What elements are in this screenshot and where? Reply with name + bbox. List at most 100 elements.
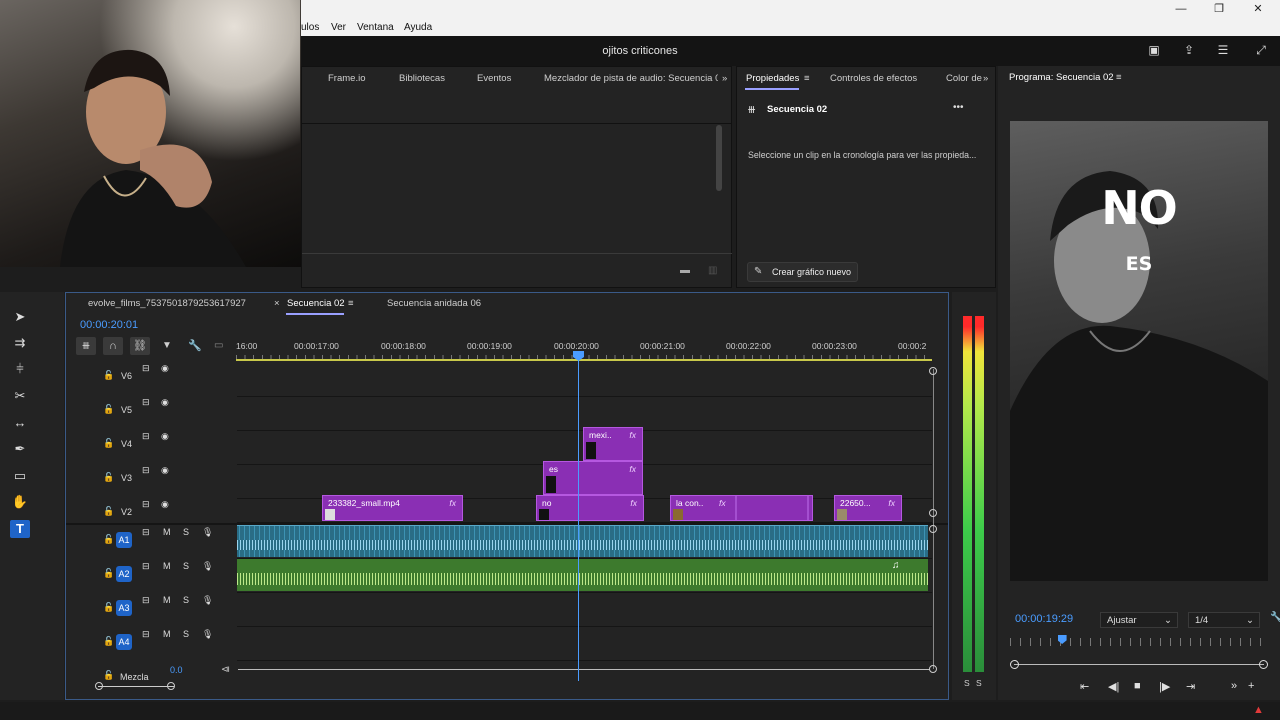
menu-item-help[interactable]: Ayuda (404, 22, 432, 33)
menu-item-view[interactable]: Ver (331, 22, 346, 33)
mute-button[interactable]: M (163, 527, 171, 537)
stop-icon[interactable]: ■ (1134, 680, 1141, 692)
lock-icon[interactable]: 🔓 (103, 602, 114, 613)
timeline-settings-icon[interactable]: 🔧 (188, 339, 202, 352)
tab-nested-sequence-06[interactable]: Secuencia anidada 06 (387, 298, 481, 309)
sync-lock-icon[interactable]: ⊟ (142, 595, 150, 606)
solo-left-button[interactable]: S (964, 678, 970, 688)
sync-lock-icon[interactable]: ⊟ (142, 527, 150, 538)
zoom-handle-left[interactable] (95, 682, 103, 690)
video-clip[interactable]: 22650... fx (834, 495, 902, 521)
go-to-start-icon[interactable]: ⧏ (221, 664, 230, 675)
sync-lock-icon[interactable]: ⊟ (142, 431, 150, 442)
eye-icon[interactable]: ◉ (161, 499, 169, 510)
pen-tool-icon[interactable]: ✒ (10, 440, 30, 458)
program-preview-frame[interactable]: NO ES (1010, 121, 1268, 581)
close-tab-icon[interactable]: × (274, 298, 280, 309)
track-label-a4[interactable]: A4 (116, 634, 132, 650)
menu-item-window[interactable]: Ventana (357, 22, 394, 33)
program-ruler[interactable] (1010, 638, 1268, 646)
close-window-button[interactable]: ✕ (1243, 1, 1273, 17)
maximize-button[interactable]: ❐ (1204, 1, 1234, 17)
step-back-icon[interactable]: ◀| (1108, 680, 1119, 693)
vertical-scrollbar[interactable] (933, 369, 934, 669)
sync-lock-icon[interactable]: ⊟ (142, 465, 150, 476)
minimize-button[interactable]: — (1166, 1, 1196, 17)
zoom-handle-right[interactable] (167, 682, 175, 690)
voiceover-mic-icon[interactable]: 🎙 (202, 595, 213, 606)
rectangle-tool-icon[interactable]: ▭ (10, 467, 30, 485)
scroll-handle[interactable] (929, 525, 937, 533)
lock-icon[interactable]: 🔓 (103, 370, 114, 381)
mute-button[interactable]: M (163, 595, 171, 605)
mix-volume-line[interactable] (238, 669, 930, 670)
sync-lock-icon[interactable]: ⊟ (142, 499, 150, 510)
captions-icon[interactable]: ▭ (214, 340, 223, 351)
track-label-a1[interactable]: A1 (116, 532, 132, 548)
razor-tool-icon[interactable]: ✂ (10, 387, 30, 405)
tab-evolve-films[interactable]: evolve_films_7537501879253617927 (88, 298, 246, 309)
eye-icon[interactable]: ◉ (161, 465, 169, 476)
panel-menu-icon[interactable]: ≡ (348, 298, 354, 309)
more-options-button[interactable]: ••• (953, 102, 964, 113)
add-button-icon[interactable]: + (1248, 680, 1254, 692)
timeline-timecode[interactable]: 00:00:20:01 (80, 319, 138, 331)
mute-button[interactable]: M (163, 561, 171, 571)
tab-effect-controls[interactable]: Controles de efectos (830, 73, 917, 84)
workspaces-menu-icon[interactable]: ☰ (1215, 43, 1231, 57)
eye-icon[interactable]: ◉ (161, 397, 169, 408)
go-to-out-icon[interactable]: ⇥ (1186, 680, 1195, 693)
track-row-a3[interactable] (237, 593, 932, 627)
sync-lock-icon[interactable]: ⊟ (142, 363, 150, 374)
track-label-a2[interactable]: A2 (116, 566, 132, 582)
program-timecode[interactable]: 00:00:19:29 (1015, 613, 1073, 625)
horizontal-scrollbar[interactable] (98, 686, 174, 687)
eye-icon[interactable]: ◉ (161, 431, 169, 442)
track-row-v6[interactable] (237, 363, 932, 397)
video-clip[interactable]: no fx (536, 495, 644, 521)
lock-icon[interactable]: 🔓 (103, 404, 114, 415)
zoom-handle-right[interactable] (1259, 660, 1268, 669)
snap-icon[interactable]: ∩ (103, 337, 123, 355)
playhead[interactable] (578, 351, 579, 681)
more-tabs-icon[interactable]: » (722, 73, 727, 84)
resolution-dropdown[interactable]: 1/4 ⌄ (1188, 612, 1260, 628)
audio-clip-a1[interactable] (237, 525, 928, 557)
voiceover-mic-icon[interactable]: 🎙 (202, 629, 213, 640)
program-zoom-bar[interactable] (1014, 664, 1264, 665)
mix-volume-value[interactable]: 0.0 (170, 665, 183, 675)
track-row-v5[interactable] (237, 397, 932, 431)
eye-icon[interactable]: ◉ (161, 363, 169, 374)
tab-libraries[interactable]: Bibliotecas (399, 73, 445, 84)
lock-icon[interactable]: 🔓 (103, 568, 114, 579)
new-graphic-button[interactable]: ✎ Crear gráfico nuevo (747, 262, 858, 282)
time-ruler[interactable]: 16:00 00:00:17:00 00:00:18:00 00:00:19:0… (236, 337, 932, 361)
video-clip[interactable]: 233382_small.mp4 fx (322, 495, 463, 521)
nest-toggle-icon[interactable]: ⧻ (76, 337, 96, 355)
new-bin-icon[interactable]: ▬ (680, 265, 690, 276)
panel-menu-icon[interactable]: ≡ (804, 73, 810, 84)
linked-selection-icon[interactable]: ⛓ (130, 337, 150, 355)
track-row-a4[interactable] (237, 627, 932, 661)
audio-clip-a2[interactable]: ♫ (237, 559, 928, 591)
lock-icon[interactable]: 🔓 (103, 636, 114, 647)
menu-item-window-partial[interactable]: ulos (301, 22, 319, 33)
tab-audio-track-mixer[interactable]: Mezclador de pista de audio: Secuencia 0… (544, 73, 718, 84)
video-clip[interactable]: es fx (543, 461, 643, 495)
scroll-handle[interactable] (929, 665, 937, 673)
panel-menu-icon[interactable]: ≡ (1116, 72, 1122, 83)
settings-icon[interactable]: 🔧 (1270, 612, 1280, 623)
scroll-handle[interactable] (929, 367, 937, 375)
video-clip[interactable]: mexi.. fx (583, 427, 643, 461)
scroll-handle[interactable] (929, 509, 937, 517)
lock-icon[interactable]: 🔓 (103, 534, 114, 545)
hand-tool-icon[interactable]: ✋ (10, 493, 30, 511)
lock-icon[interactable]: 🔓 (103, 670, 114, 681)
solo-right-button[interactable]: S (976, 678, 982, 688)
track-select-tool-icon[interactable]: ⇉ (10, 334, 30, 352)
solo-button[interactable]: S (183, 595, 189, 605)
sync-lock-icon[interactable]: ⊟ (142, 629, 150, 640)
share-icon[interactable]: ⇪ (1181, 43, 1197, 57)
fit-dropdown[interactable]: Ajustar ⌄ (1100, 612, 1178, 628)
fullscreen-icon[interactable]: ⤢ (1253, 43, 1269, 57)
